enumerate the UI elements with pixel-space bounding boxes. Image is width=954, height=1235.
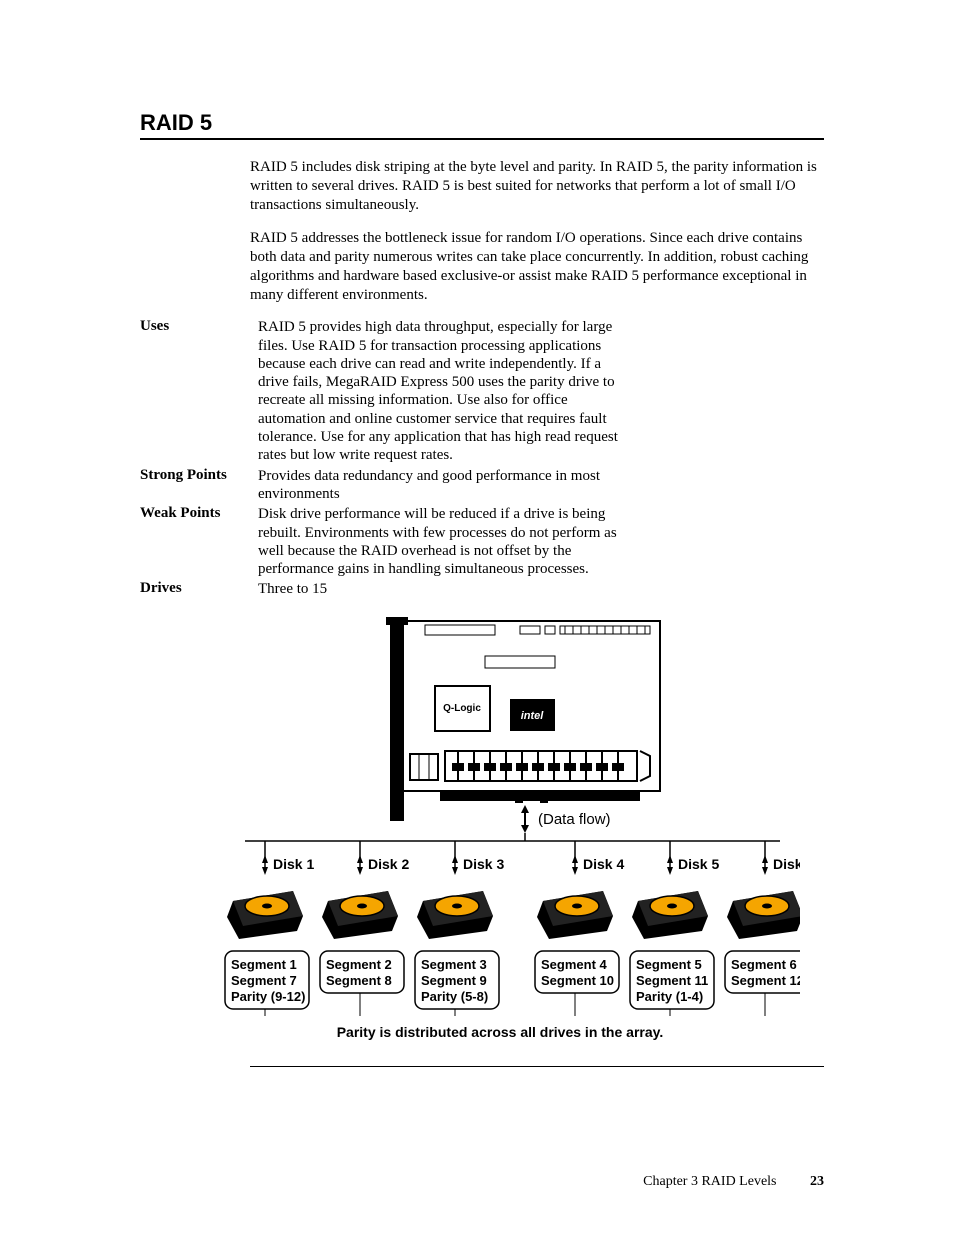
footer-chapter: Chapter 3 RAID Levels [643,1174,776,1189]
segment-label: Segment 3 [421,957,487,972]
controller-card: Q-Logic intel [386,617,660,821]
uses-label: Uses [140,318,258,464]
disk-column: Disk 3 Segment 3Segment 9Parity (5-8) [415,841,504,1016]
diagram-caption: Parity is distributed across all drives … [337,1024,664,1040]
uses-body: RAID 5 provides high data throughput, es… [258,318,618,464]
disk-label: Disk 3 [463,856,504,872]
segment-label: Parity (5-8) [421,989,488,1004]
data-flow-label: (Data flow) [538,811,611,828]
segment-label: Parity (9-12) [231,989,305,1004]
segment-label: Segment 8 [326,973,392,988]
segment-label: Segment 7 [231,973,297,988]
segment-label: Segment 4 [541,957,608,972]
segment-label: Segment 1 [231,957,297,972]
disk-column: Disk 2 Segment 2Segment 8 [320,841,409,1016]
segment-label: Segment 10 [541,973,614,988]
disk-label: Disk 5 [678,856,719,872]
weak-points-body: Disk drive performance will be reduced i… [258,505,618,578]
disk-drive-icon [537,891,613,939]
segment-label: Segment 9 [421,973,487,988]
drives-body: Three to 15 [258,580,618,598]
diagram-chip-intel: intel [521,710,545,722]
disk-column: Disk 4 Segment 4Segment 10 [535,841,624,1016]
disk-drive-icon [727,891,800,939]
segment-label: Parity (1-4) [636,989,703,1004]
section-heading: RAID 5 [140,110,824,140]
disk-drive-icon [632,891,708,939]
strong-points-body: Provides data redundancy and good perfor… [258,467,618,504]
section-rule [250,1066,824,1067]
disk-label: Disk 6 [773,856,800,872]
weak-points-label: Weak Points [140,505,258,578]
disk-label: Disk 2 [368,856,409,872]
diagram-chip-qlogic: Q-Logic [443,703,481,714]
segment-label: Segment 2 [326,957,392,972]
drives-label: Drives [140,580,258,598]
disk-column: Disk 6 Segment 6Segment 12 [725,841,800,1016]
segment-label: Segment 11 [636,973,708,988]
disk-column: Disk 5 Segment 5Segment 11Parity (1-4) [630,841,719,1016]
disk-label: Disk 1 [273,856,314,872]
disk-label: Disk 4 [583,856,624,872]
segment-label: Segment 5 [636,957,702,972]
footer-page-number: 23 [810,1174,824,1189]
intro-paragraph-2: RAID 5 addresses the bottleneck issue fo… [250,229,824,304]
disk-drive-icon [227,891,303,939]
segment-label: Segment 6 [731,957,797,972]
strong-points-label: Strong Points [140,467,258,504]
disk-drive-icon [322,891,398,939]
disk-column: Disk 1 Segment 1Segment 7Parity (9-12) [225,841,314,1016]
segment-label: Segment 12 [731,973,800,988]
intro-paragraph-1: RAID 5 includes disk striping at the byt… [250,158,824,214]
raid5-diagram: Q-Logic intel [190,611,824,1056]
data-flow-arrow-icon [521,805,529,833]
disk-drive-icon [417,891,493,939]
